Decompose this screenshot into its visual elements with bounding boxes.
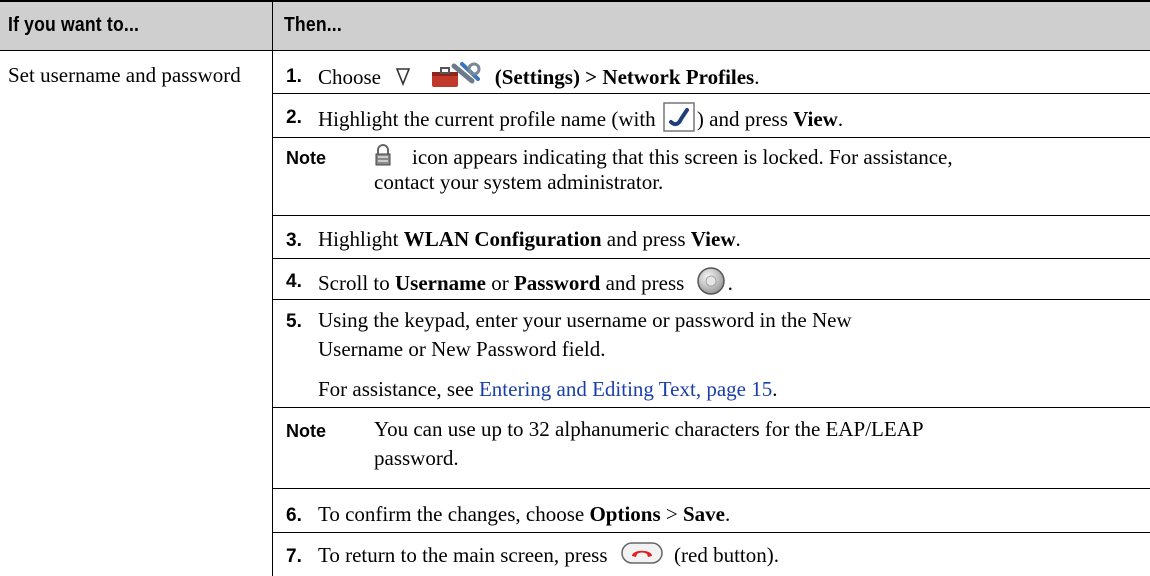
step-1: 1. Choose (Settings) > Network Profiles. bbox=[286, 61, 1136, 91]
step-text-part: ) and press bbox=[696, 106, 788, 131]
step-number: 7. bbox=[286, 546, 302, 567]
step-2: 2. Highlight the current profile name (w… bbox=[286, 101, 1136, 135]
column-divider bbox=[272, 2, 273, 576]
step-4: 4. Scroll to Username or Password and pr… bbox=[286, 265, 1136, 299]
step-text-part: . bbox=[772, 377, 778, 401]
step-text-part: Scroll to bbox=[318, 270, 390, 295]
step-bold: View bbox=[793, 106, 838, 131]
step-line: Username or New Password field. bbox=[318, 337, 606, 361]
active-profile-checkmark-icon bbox=[663, 102, 695, 140]
step-text: Highlight the current profile name (with… bbox=[318, 102, 843, 140]
step-text: Highlight WLAN Configuration and press V… bbox=[318, 225, 741, 254]
step-text-part: ( bbox=[494, 64, 502, 89]
step-bold: Network Profiles bbox=[602, 64, 755, 89]
step-divider bbox=[272, 488, 1150, 489]
step-divider bbox=[272, 407, 1150, 408]
step-number: 2. bbox=[286, 107, 302, 128]
step-text: To return to the main screen, press (red… bbox=[318, 541, 779, 573]
header-col-steps: Then... bbox=[284, 14, 342, 36]
step-divider bbox=[272, 532, 1150, 533]
step-text-part: . bbox=[837, 106, 844, 131]
step-text-part: Highlight the current profile name (with bbox=[318, 106, 656, 131]
step-bold: View bbox=[690, 227, 736, 251]
lock-icon bbox=[374, 144, 392, 171]
step-divider bbox=[272, 215, 1150, 216]
header-col-task: If you want to... bbox=[8, 14, 140, 36]
note-label: Note bbox=[286, 421, 326, 441]
settings-toolbox-icon bbox=[428, 61, 484, 97]
step-3: 3. Highlight WLAN Configuration and pres… bbox=[286, 225, 1136, 255]
step-bold: Settings bbox=[501, 64, 573, 89]
step-text-part: . bbox=[754, 64, 760, 89]
step-text-part: To return to the main screen, press bbox=[318, 543, 608, 567]
note-2-text: You can use up to 32 alphanumeric charac… bbox=[374, 415, 1114, 473]
step-divider bbox=[272, 299, 1150, 300]
note-1-text-cont: contact your system administrator. bbox=[374, 168, 1114, 197]
step-number: 1. bbox=[286, 66, 302, 87]
step-text: For assistance, see Entering and Editing… bbox=[318, 375, 777, 404]
step-text: To confirm the changes, choose Options >… bbox=[318, 500, 730, 529]
step-bold: WLAN Configuration bbox=[403, 227, 602, 251]
step-text-part: or bbox=[491, 270, 509, 295]
link-entering-editing-text[interactable]: Entering and Editing Text, page 15 bbox=[479, 377, 772, 401]
step-text-part: . bbox=[725, 502, 731, 526]
note-line: You can use up to 32 alphanumeric charac… bbox=[374, 417, 924, 441]
note-label: Note bbox=[286, 148, 326, 168]
table-header bbox=[0, 2, 1150, 50]
step-bold: Username bbox=[395, 270, 486, 295]
step-text-part: ) > bbox=[572, 64, 603, 89]
step-text-part: > bbox=[665, 502, 678, 526]
red-end-call-button-icon bbox=[621, 541, 663, 573]
step-text-part: . bbox=[727, 270, 733, 295]
instruction-table: If you want to... Then... Set username a… bbox=[0, 0, 1150, 576]
step-7: 7. To return to the main screen, press (… bbox=[286, 540, 1136, 574]
step-number: 6. bbox=[286, 505, 302, 526]
step-divider bbox=[272, 137, 1150, 138]
step-text-part: and press bbox=[605, 270, 685, 295]
task-label: Set username and password bbox=[8, 63, 241, 87]
step-text-part: For assistance, see bbox=[318, 377, 474, 401]
note-line: password. bbox=[374, 446, 459, 470]
step-line: Using the keypad, enter your username or… bbox=[318, 308, 852, 332]
step-bold: Password bbox=[513, 270, 601, 295]
step-number: 3. bbox=[286, 230, 302, 251]
step-6: 6. To confirm the changes, choose Option… bbox=[286, 500, 1136, 530]
navigation-arrow-icon bbox=[396, 65, 411, 94]
step-text-part: Choose bbox=[318, 64, 381, 89]
step-text-part: . bbox=[735, 227, 741, 251]
step-text-part: To confirm the changes, choose bbox=[318, 502, 585, 526]
step-text: Choose (Settings) > Network Profiles. bbox=[318, 61, 759, 97]
header-bottom-rule bbox=[0, 50, 1150, 51]
step-text-part: Highlight bbox=[318, 227, 399, 251]
step-bold: Options bbox=[589, 502, 661, 526]
step-text: Using the keypad, enter your username or… bbox=[318, 306, 852, 364]
step-text-part: and press bbox=[606, 227, 686, 251]
step-number: 5. bbox=[286, 311, 302, 332]
step-bold: Save bbox=[683, 502, 725, 526]
step-text-part: (red button). bbox=[674, 543, 780, 567]
note-line: contact your system administrator. bbox=[374, 170, 664, 194]
step-number: 4. bbox=[286, 271, 302, 292]
step-divider bbox=[272, 93, 1150, 94]
step-divider bbox=[272, 258, 1150, 259]
